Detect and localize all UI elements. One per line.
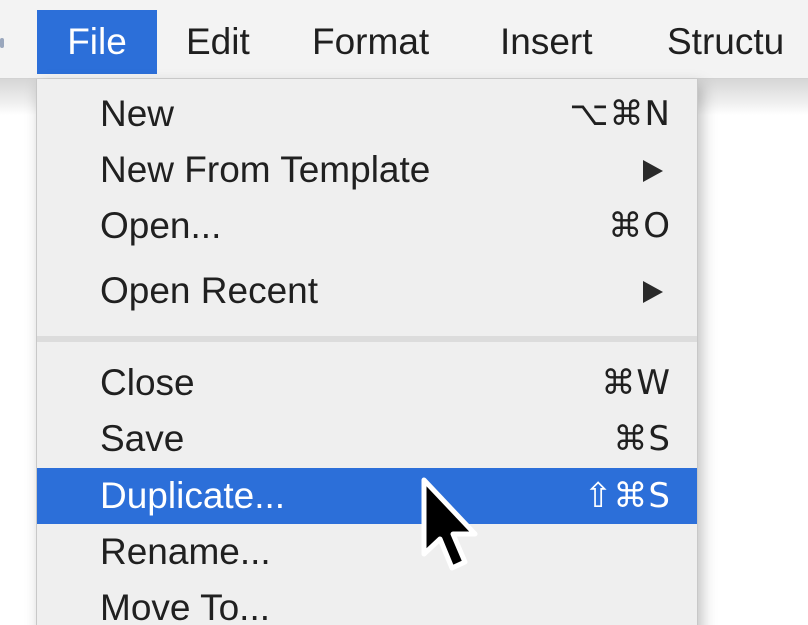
menu-item-label: Close [100,362,195,403]
menu-item-label: Open Recent [100,270,319,311]
menu-item-new-from-template[interactable]: New From Template [37,142,697,198]
menu-item-rename[interactable]: Rename... [37,524,697,580]
menu-item-label: Duplicate... [100,475,286,516]
menu-separator [37,336,697,342]
menu-item-save[interactable]: Save ⌘S [37,411,697,467]
menu-item-shortcut: ⌘O [608,206,671,246]
menu-bar: File Edit Format Insert Structu [0,0,808,79]
file-dropdown-menu: New ⌥⌘N New From Template Open... ⌘O Ope… [36,79,698,625]
menubar-edit[interactable]: Edit [186,10,250,74]
menu-item-move-to[interactable]: Move To... [37,580,697,625]
menu-item-close[interactable]: Close ⌘W [37,355,697,411]
screenshot-stage: File Edit Format Insert Structu New ⌥⌘N … [0,0,808,625]
menu-item-label: Rename... [100,531,271,572]
menu-item-shortcut: ⇧⌘S [583,476,671,516]
menu-item-shortcut: ⌘S [613,419,671,459]
menubar-insert[interactable]: Insert [500,10,593,74]
menu-item-open[interactable]: Open... ⌘O [37,198,697,254]
menu-item-open-recent[interactable]: Open Recent [37,263,697,319]
menu-item-label: Open... [100,205,222,246]
triangle-right-icon [643,281,663,303]
menu-item-label: Move To... [100,587,271,625]
menu-item-new[interactable]: New ⌥⌘N [37,86,697,142]
menubar-format[interactable]: Format [312,10,429,74]
menu-item-label: Save [100,418,185,459]
menu-item-label: New [100,93,175,134]
menu-item-duplicate[interactable]: Duplicate... ⇧⌘S [37,468,697,524]
mouse-pointer-icon [421,477,478,571]
menubar-structure[interactable]: Structu [667,10,784,74]
menu-item-shortcut: ⌘W [601,363,671,403]
window-edge-marker [0,38,4,48]
menubar-file[interactable]: File [37,10,157,74]
menu-item-shortcut: ⌥⌘N [569,94,671,134]
triangle-right-icon [643,160,663,182]
menu-item-label: New From Template [100,149,431,190]
